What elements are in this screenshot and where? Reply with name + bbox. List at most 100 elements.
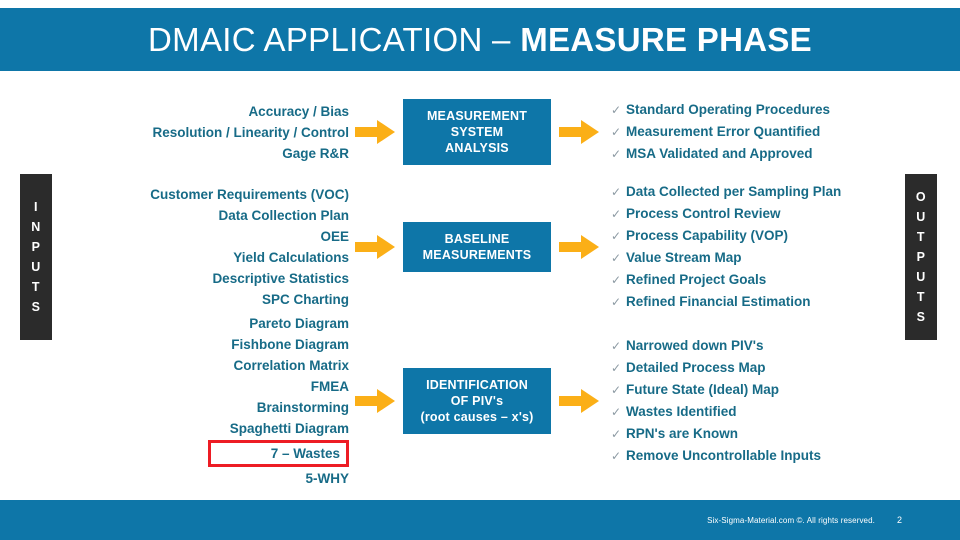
output-item-label: Process Capability (VOP) xyxy=(626,228,789,243)
input-item-highlighted[interactable]: 7 – Wastes xyxy=(207,440,349,467)
row-2-inputs-list: Customer Requirements (VOC) Data Collecti… xyxy=(0,184,353,310)
input-item[interactable]: Resolution / Linearity / Control xyxy=(0,122,349,143)
row-1-inputs-list: Accuracy / Bias Resolution / Linearity / … xyxy=(0,101,353,164)
input-item[interactable]: FMEA xyxy=(0,376,349,397)
output-item[interactable]: ✓ Data Collected per Sampling Plan xyxy=(611,181,960,203)
flow-row-1: Accuracy / Bias Resolution / Linearity / … xyxy=(0,86,960,178)
input-item[interactable]: Correlation Matrix xyxy=(0,355,349,376)
input-item[interactable]: Gage R&R xyxy=(0,143,349,164)
row-2-arrow-in xyxy=(353,233,397,261)
output-item[interactable]: ✓ Process Control Review xyxy=(611,203,960,225)
input-item[interactable]: Descriptive Statistics xyxy=(0,268,349,289)
row-3-outputs-list: ✓ Narrowed down PIV's ✓ Detailed Process Ma… xyxy=(601,335,960,467)
right-arrow-icon xyxy=(355,120,395,144)
check-icon: ✓ xyxy=(611,405,622,419)
process-box-baseline-measurements[interactable]: BASELINE MEASUREMENTS xyxy=(403,222,551,272)
process-box-line: BASELINE xyxy=(444,232,510,246)
process-box-identification-of-pivs[interactable]: IDENTIFICATION OF PIV's (root causes – x's… xyxy=(403,368,551,434)
right-arrow-icon xyxy=(559,235,599,259)
page-title: DMAIC APPLICATION – MEASURE PHASE xyxy=(148,21,812,59)
process-box-line: IDENTIFICATION xyxy=(426,378,528,392)
output-item[interactable]: ✓ Standard Operating Procedures xyxy=(611,99,960,121)
row-3-arrow-out xyxy=(557,387,601,415)
input-item[interactable]: Pareto Diagram xyxy=(0,313,349,334)
check-icon: ✓ xyxy=(611,125,622,139)
output-item-label: Future State (Ideal) Map xyxy=(626,382,780,397)
output-item-label: Refined Project Goals xyxy=(626,272,767,287)
output-item-label: MSA Validated and Approved xyxy=(626,146,813,161)
input-item[interactable]: Brainstorming xyxy=(0,397,349,418)
output-item[interactable]: ✓ Value Stream Map xyxy=(611,247,960,269)
process-box-line: OF PIV's xyxy=(450,394,504,408)
output-item-label: Standard Operating Procedures xyxy=(626,102,831,117)
row-1-arrow-in xyxy=(353,118,397,146)
input-item[interactable]: Spaghetti Diagram xyxy=(0,418,349,439)
check-icon: ✓ xyxy=(611,207,622,221)
output-item[interactable]: ✓ Future State (Ideal) Map xyxy=(611,379,960,401)
output-item[interactable]: ✓ Process Capability (VOP) xyxy=(611,225,960,247)
output-item-label: Data Collected per Sampling Plan xyxy=(626,184,842,199)
output-item-label: Value Stream Map xyxy=(626,250,742,265)
check-icon: ✓ xyxy=(611,251,622,265)
footer-bar: Six-Sigma-Material.com ©. All rights res… xyxy=(0,500,960,540)
right-arrow-icon xyxy=(355,235,395,259)
output-item-label: Measurement Error Quantified xyxy=(626,124,821,139)
title-banner: DMAIC APPLICATION – MEASURE PHASE xyxy=(0,8,960,71)
right-arrow-icon xyxy=(559,120,599,144)
output-item-label: Refined Financial Estimation xyxy=(626,294,811,309)
input-item[interactable]: Yield Calculations xyxy=(0,247,349,268)
output-item-label: Remove Uncontrollable Inputs xyxy=(626,448,822,463)
footer-copyright: Six-Sigma-Material.com ©. All rights res… xyxy=(707,515,875,525)
check-icon: ✓ xyxy=(611,103,622,117)
page-title-light: DMAIC APPLICATION – xyxy=(148,20,521,58)
check-icon: ✓ xyxy=(611,383,622,397)
output-item[interactable]: ✓ Refined Project Goals xyxy=(611,269,960,291)
row-1-process-box-wrap: MEASUREMENT SYSTEM ANALYSIS xyxy=(397,99,557,165)
input-item[interactable]: Fishbone Diagram xyxy=(0,334,349,355)
row-2-process-box-wrap: BASELINE MEASUREMENTS xyxy=(397,222,557,272)
input-item[interactable]: Data Collection Plan xyxy=(0,205,349,226)
output-item[interactable]: ✓ RPN's are Known xyxy=(611,423,960,445)
process-box-line: MEASUREMENTS xyxy=(422,248,532,262)
input-item[interactable]: OEE xyxy=(0,226,349,247)
process-box-line: SYSTEM xyxy=(450,125,504,139)
output-item-label: Wastes Identified xyxy=(626,404,737,419)
output-item[interactable]: ✓ Wastes Identified xyxy=(611,401,960,423)
input-item[interactable]: Accuracy / Bias xyxy=(0,101,349,122)
row-2-outputs-list: ✓ Data Collected per Sampling Plan ✓ Proces… xyxy=(601,181,960,313)
input-item[interactable]: SPC Charting xyxy=(0,289,349,310)
output-item-label: Process Control Review xyxy=(626,206,781,221)
check-icon: ✓ xyxy=(611,295,622,309)
input-item[interactable]: Customer Requirements (VOC) xyxy=(0,184,349,205)
right-arrow-icon xyxy=(355,389,395,413)
output-item-label: Detailed Process Map xyxy=(626,360,766,375)
output-item[interactable]: ✓ Detailed Process Map xyxy=(611,357,960,379)
process-box-line: (root causes – x's) xyxy=(420,410,534,424)
process-box-line: MEASUREMENT xyxy=(426,109,528,123)
flow-row-3: Pareto Diagram Fishbone Diagram Correlatio… xyxy=(0,316,960,486)
output-item[interactable]: ✓ Measurement Error Quantified xyxy=(611,121,960,143)
process-box-measurement-system-analysis[interactable]: MEASUREMENT SYSTEM ANALYSIS xyxy=(403,99,551,165)
output-item-label: Narrowed down PIV's xyxy=(626,338,764,353)
check-icon: ✓ xyxy=(611,427,622,441)
row-2-arrow-out xyxy=(557,233,601,261)
check-icon: ✓ xyxy=(611,147,622,161)
check-icon: ✓ xyxy=(611,361,622,375)
check-icon: ✓ xyxy=(611,339,622,353)
input-item[interactable]: 5-WHY xyxy=(0,468,350,489)
footer-page-number: 2 xyxy=(896,515,902,525)
process-box-line: ANALYSIS xyxy=(445,141,509,155)
check-icon: ✓ xyxy=(611,185,622,199)
row-3-process-box-wrap: IDENTIFICATION OF PIV's (root causes – x's… xyxy=(397,368,557,434)
page-title-bold: MEASURE PHASE xyxy=(520,20,812,58)
output-item[interactable]: ✓ MSA Validated and Approved xyxy=(611,143,960,165)
flow-row-2: Customer Requirements (VOC) Data Collecti… xyxy=(0,178,960,316)
output-item[interactable]: ✓ Narrowed down PIV's xyxy=(611,335,960,357)
output-item[interactable]: ✓ Remove Uncontrollable Inputs xyxy=(611,445,960,467)
output-item-label: RPN's are Known xyxy=(626,426,738,441)
row-3-inputs-list: Pareto Diagram Fishbone Diagram Correlatio… xyxy=(0,313,353,489)
output-item[interactable]: ✓ Refined Financial Estimation xyxy=(611,291,960,313)
row-1-arrow-out xyxy=(557,118,601,146)
check-icon: ✓ xyxy=(611,273,622,287)
right-arrow-icon xyxy=(559,389,599,413)
